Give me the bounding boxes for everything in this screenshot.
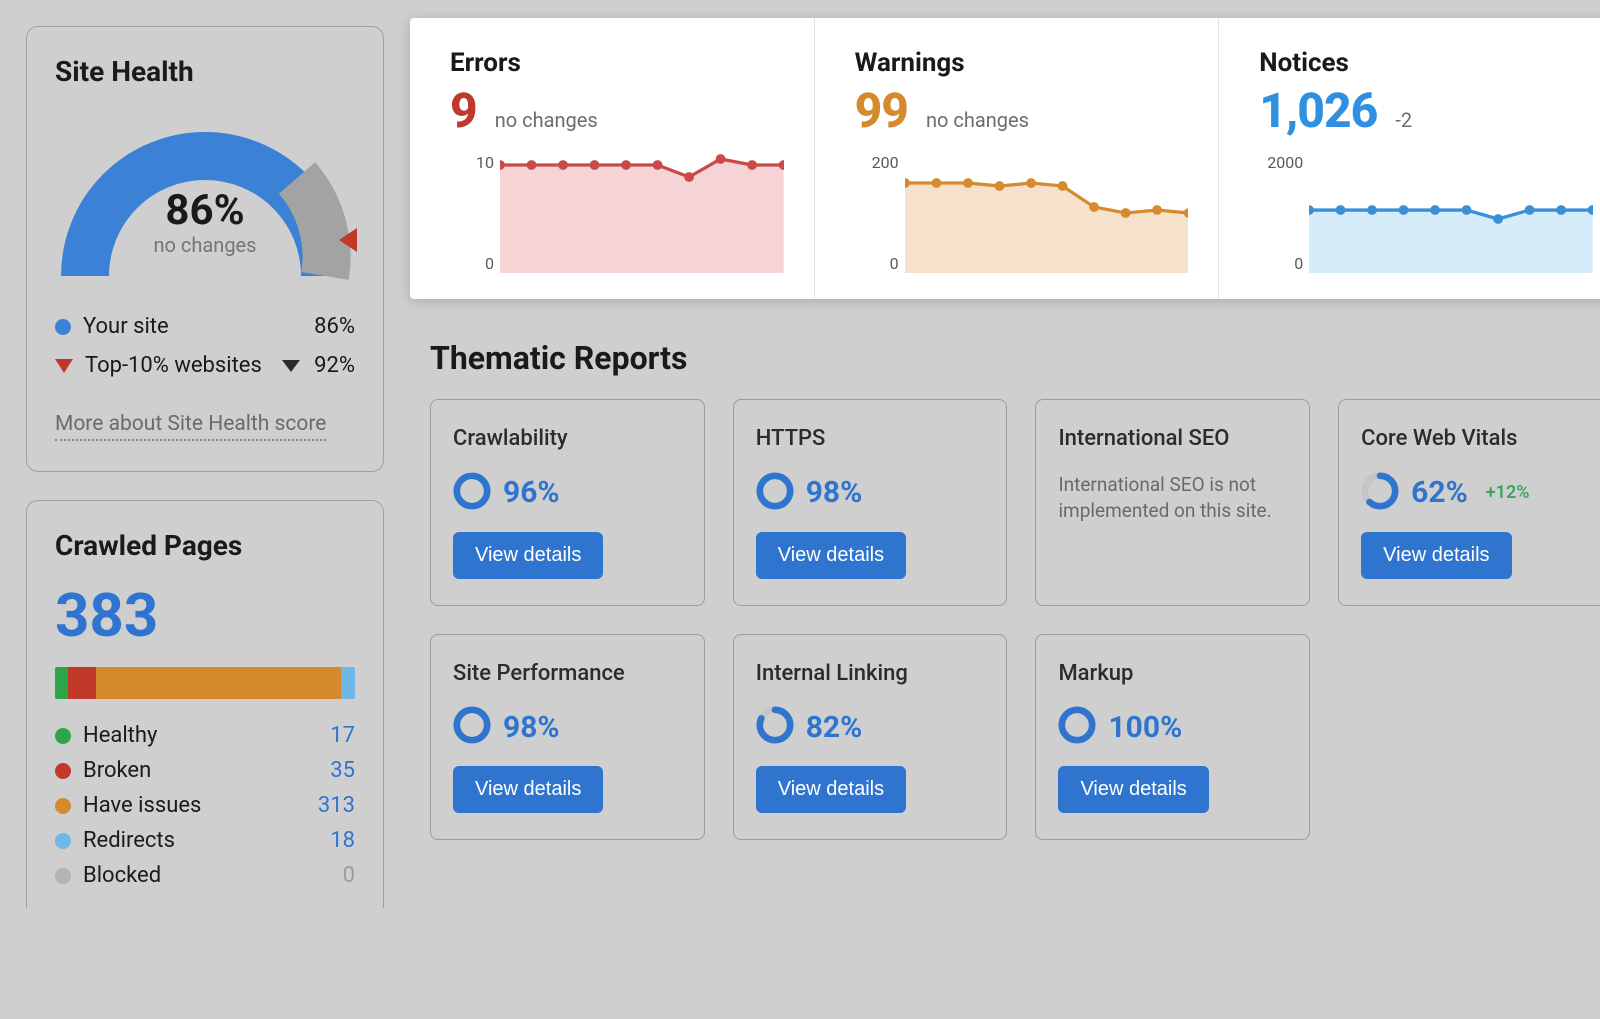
crawled-row[interactable]: Have issues313 [55,793,355,818]
site-health-card: Site Health 86% no changes Your site 86% [26,26,384,472]
thematic-reports-section: Thematic Reports Crawlability 96% View det… [410,299,1600,840]
thematic-card: Site Performance 98% View details [430,634,705,841]
notices-sparkline: 20000 [1259,153,1593,273]
view-details-button[interactable]: View details [756,766,906,813]
progress-ring-icon [756,706,794,748]
dot-icon [55,319,71,335]
warnings-delta: no changes [926,108,1029,132]
thematic-metric: 100% [1058,706,1287,748]
progress-ring-icon [756,472,794,514]
thematic-card-title: Crawlability [453,424,682,454]
view-details-button[interactable]: View details [756,532,906,579]
warnings-title: Warnings [855,48,1189,78]
crawled-row[interactable]: Healthy17 [55,723,355,748]
view-details-button[interactable]: View details [1058,766,1208,813]
chevron-down-icon [282,360,300,372]
thematic-card-title: Core Web Vitals [1361,424,1590,454]
thematic-card: Core Web Vitals 62%+12% View details [1338,399,1600,606]
notices-title: Notices [1259,48,1593,78]
warnings-value: 99 [855,82,908,139]
thematic-metric: 82% [756,706,985,748]
progress-ring-icon [453,706,491,748]
notices-delta: -2 [1395,108,1412,132]
dot-icon [55,763,71,779]
dot-icon [55,798,71,814]
view-details-button[interactable]: View details [1361,532,1511,579]
thematic-card: International SEO International SEO is no… [1035,399,1310,606]
errors-title: Errors [450,48,784,78]
thematic-card: Internal Linking 82% View details [733,634,1008,841]
site-health-sublabel: no changes [55,233,355,257]
errors-sparkline: 100 [450,153,784,273]
progress-ring-icon [1361,472,1399,514]
warnings-sparkline: 2000 [855,153,1189,273]
thematic-card: Crawlability 96% View details [430,399,705,606]
crawled-pages-title: Crawled Pages [55,529,355,562]
crawled-pages-bar [55,667,355,699]
thematic-metric: 98% [756,472,985,514]
site-health-percent: 86% [55,186,355,235]
thematic-card: HTTPS 98% View details [733,399,1008,606]
site-health-title: Site Health [55,55,355,88]
errors-delta: no changes [495,108,598,132]
caret-down-icon [55,359,73,373]
legend-top10-dropdown[interactable]: Top-10% websites 92% [55,353,355,378]
dot-icon [55,833,71,849]
site-health-gauge: 86% no changes [55,106,355,296]
thematic-card: Markup 100% View details [1035,634,1310,841]
crawled-pages-card: Crawled Pages 383 Healthy17 Broken35 Have … [26,500,384,908]
crawled-row[interactable]: Redirects18 [55,828,355,853]
issues-panel: Errors 9 no changes 100 Warnings 99 no c… [410,18,1600,299]
progress-ring-icon [453,472,491,514]
thematic-reports-title: Thematic Reports [430,339,1600,377]
thematic-card-title: Internal Linking [756,659,985,689]
thematic-card-msg: International SEO is not implemented on … [1058,472,1287,525]
view-details-button[interactable]: View details [453,532,603,579]
thematic-card-title: Markup [1058,659,1287,689]
crawled-pages-total: 383 [55,580,355,651]
crawled-row[interactable]: Blocked0 [55,863,355,888]
thematic-metric: 96% [453,472,682,514]
thematic-card-title: HTTPS [756,424,985,454]
thematic-card-title: Site Performance [453,659,682,689]
progress-ring-icon [1058,706,1096,748]
benchmark-marker-icon [339,228,357,252]
thematic-metric: 98% [453,706,682,748]
notices-card[interactable]: Notices 1,026 -2 20000 [1219,18,1600,299]
errors-card[interactable]: Errors 9 no changes 100 [410,18,815,299]
view-details-button[interactable]: View details [453,766,603,813]
more-about-site-health-link[interactable]: More about Site Health score [55,412,326,441]
crawled-row[interactable]: Broken35 [55,758,355,783]
warnings-card[interactable]: Warnings 99 no changes 2000 [815,18,1220,299]
notices-value: 1,026 [1259,82,1377,139]
thematic-card-title: International SEO [1058,424,1287,454]
dot-icon [55,868,71,884]
legend-your-site: Your site 86% [55,314,355,339]
errors-value: 9 [450,82,477,139]
thematic-metric: 62%+12% [1361,472,1590,514]
dot-icon [55,728,71,744]
